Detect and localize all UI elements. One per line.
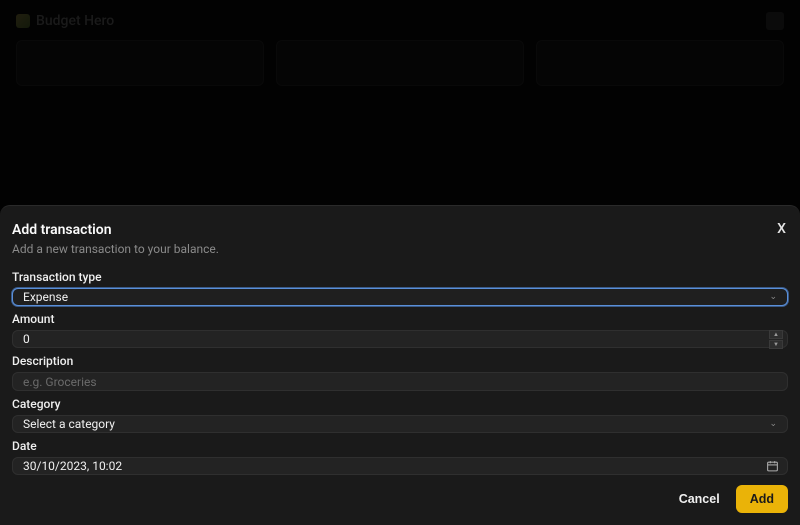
add-transaction-sheet: Add transaction Add a new transaction to… bbox=[0, 205, 800, 525]
sheet-title: Add transaction bbox=[12, 222, 219, 238]
sheet-subtitle: Add a new transaction to your balance. bbox=[12, 242, 219, 256]
sheet-footer: Cancel Add bbox=[12, 475, 788, 513]
date-input[interactable]: 30/10/2023, 10:02 bbox=[12, 457, 788, 475]
description-label: Description bbox=[12, 354, 788, 368]
date-value: 30/10/2023, 10:02 bbox=[23, 459, 122, 473]
number-stepper[interactable]: ▲ ▼ bbox=[769, 329, 783, 349]
transaction-type-value: Expense bbox=[23, 290, 68, 304]
date-label: Date bbox=[12, 439, 788, 453]
transaction-type-label: Transaction type bbox=[12, 270, 788, 284]
stepper-up-icon[interactable]: ▲ bbox=[769, 330, 783, 339]
transaction-type-select[interactable]: Expense ⌄ bbox=[12, 288, 788, 306]
cancel-button[interactable]: Cancel bbox=[675, 486, 724, 512]
amount-input[interactable]: 0 ▲ ▼ bbox=[12, 330, 788, 348]
calendar-icon bbox=[766, 459, 779, 472]
category-label: Category bbox=[12, 397, 788, 411]
chevron-down-icon: ⌄ bbox=[769, 419, 777, 429]
description-input[interactable] bbox=[12, 372, 788, 390]
category-select[interactable]: Select a category ⌄ bbox=[12, 415, 788, 433]
stepper-down-icon[interactable]: ▼ bbox=[769, 340, 783, 349]
chevron-down-icon: ⌄ bbox=[769, 292, 777, 302]
amount-label: Amount bbox=[12, 312, 788, 326]
amount-value: 0 bbox=[23, 332, 30, 346]
add-button[interactable]: Add bbox=[736, 485, 788, 513]
category-value: Select a category bbox=[23, 417, 115, 431]
close-button[interactable]: X bbox=[775, 222, 788, 236]
